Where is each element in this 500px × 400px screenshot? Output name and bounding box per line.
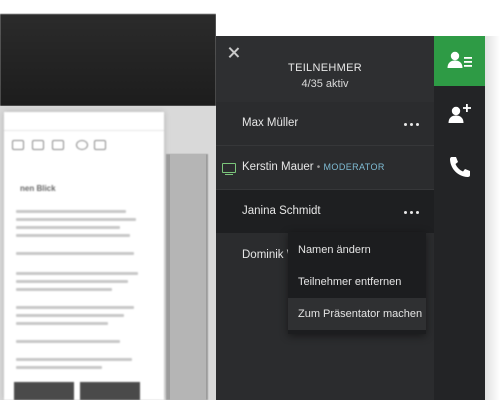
text-line [16, 358, 132, 361]
document-toolbar [4, 112, 164, 131]
text-line [16, 234, 130, 237]
active-count: 4/35 aktiv [301, 78, 349, 90]
text-line [16, 280, 128, 283]
participants-panel: TEILNEHMER 4/35 aktiv Max Müller Kerstin… [216, 36, 434, 400]
participants-button[interactable] [434, 36, 485, 86]
call-button[interactable] [434, 142, 485, 192]
tool-icon [52, 140, 64, 150]
close-icon[interactable] [226, 46, 242, 62]
text-line [16, 210, 126, 213]
comment-icon [76, 140, 88, 150]
panel-header: TEILNEHMER 4/35 aktiv [216, 36, 434, 102]
participant-row[interactable]: Max Müller [216, 102, 434, 145]
participant-row-selected[interactable]: Janina Schmidt [216, 190, 434, 233]
more-options-icon[interactable] [404, 211, 420, 215]
pen-icon [94, 140, 106, 150]
text-line [16, 366, 102, 369]
participant-name-line: Kerstin Mauer • MODERATOR [242, 161, 385, 173]
text-line [16, 322, 108, 325]
participant-context-menu: Namen ändern Teilnehmer entfernen Zum Pr… [288, 232, 426, 334]
add-participant-button[interactable] [434, 90, 485, 140]
document-image [14, 382, 74, 400]
menu-item-label: Zum Präsentator machen [298, 308, 423, 320]
tool-icon [12, 140, 24, 150]
participants-list-icon [447, 51, 472, 68]
add-user-icon [448, 104, 471, 123]
text-line [16, 340, 120, 343]
text-line [16, 306, 134, 309]
text-line [16, 252, 134, 255]
page-margin [216, 0, 500, 36]
menu-item-make-presenter[interactable]: Zum Präsentator machen [288, 298, 426, 330]
participant-name: Max Müller [242, 117, 299, 129]
phone-icon [450, 157, 470, 177]
moderator-label: MODERATOR [323, 162, 385, 172]
participant-name: Janina Schmidt [242, 205, 321, 217]
menu-item-label: Namen ändern [298, 244, 371, 256]
menu-item-rename[interactable]: Namen ändern [288, 234, 426, 266]
text-line [16, 288, 112, 291]
document-page: nen Blick [4, 112, 164, 400]
right-toolbar [434, 36, 485, 400]
document-image [80, 382, 140, 400]
participant-row[interactable]: Kerstin Mauer • MODERATOR [216, 146, 434, 189]
more-options-icon[interactable] [404, 123, 420, 127]
text-line [16, 272, 138, 275]
app-top-bar [0, 14, 216, 106]
menu-item-remove[interactable]: Teilnehmer entfernen [288, 266, 426, 298]
text-line [16, 218, 136, 221]
rail-shadow [485, 36, 500, 400]
menu-item-label: Teilnehmer entfernen [298, 276, 402, 288]
panel-title: TEILNEHMER [288, 62, 362, 74]
participant-name: Kerstin Mauer [242, 161, 314, 173]
role-separator: • [316, 162, 321, 173]
monitor-icon [222, 163, 236, 176]
text-line [16, 314, 124, 317]
tool-icon [32, 140, 44, 150]
thumbnail-strip-inner [170, 154, 206, 400]
document-heading: nen Blick [20, 184, 56, 193]
text-line [16, 226, 120, 229]
